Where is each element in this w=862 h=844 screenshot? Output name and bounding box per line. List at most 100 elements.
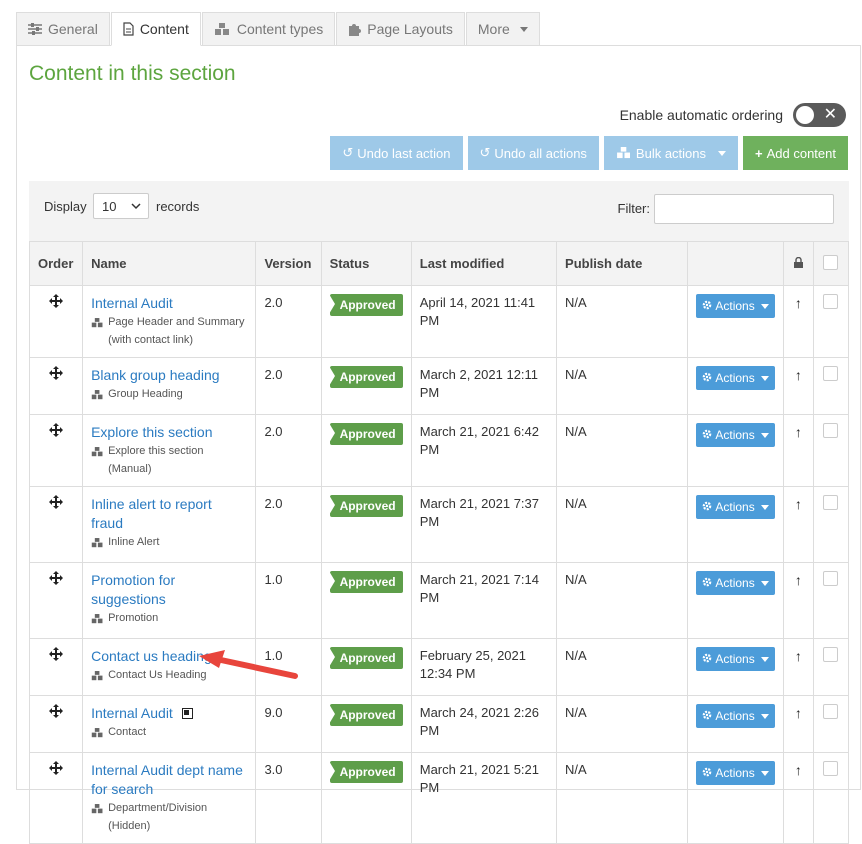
caret-down-icon bbox=[760, 375, 769, 381]
row-checkbox[interactable] bbox=[823, 366, 839, 381]
arrow-up-icon[interactable]: ↑ bbox=[795, 367, 802, 383]
auto-ordering-toggle[interactable]: ✕ bbox=[793, 103, 846, 127]
content-type-label: Contact Us Heading bbox=[108, 669, 207, 681]
add-content-button[interactable]: + Add content bbox=[743, 136, 848, 170]
content-name-link[interactable]: Promotion for suggestions bbox=[91, 572, 175, 607]
drag-handle[interactable] bbox=[28, 752, 84, 844]
actions-button[interactable]: Actions bbox=[696, 495, 775, 519]
drag-handle[interactable] bbox=[28, 357, 84, 415]
last-modified-cell: March 21, 2021 5:21 PM bbox=[410, 752, 558, 844]
drag-handle[interactable] bbox=[28, 695, 84, 753]
table-row: Blank group heading Group Heading 2.0 Appro… bbox=[28, 357, 850, 415]
name-cell: Internal Audit Page Header and Summary (w… bbox=[82, 285, 257, 358]
table-row: Inline alert to report fraud Inline Alert… bbox=[28, 486, 850, 563]
version-cell: 2.0 bbox=[255, 486, 322, 563]
status-cell: Approved bbox=[320, 357, 412, 415]
undo-icon: ↺ bbox=[479, 145, 491, 160]
status-cell: Approved bbox=[320, 752, 412, 844]
records-label: records bbox=[156, 199, 200, 214]
row-checkbox[interactable] bbox=[823, 704, 839, 719]
arrow-up-icon[interactable]: ↑ bbox=[795, 424, 802, 440]
table-row: Contact us heading Contact Us Heading 1.0 A… bbox=[28, 638, 850, 696]
content-type-label: Inline Alert bbox=[108, 536, 160, 548]
row-checkbox[interactable] bbox=[823, 761, 839, 776]
actions-button[interactable]: Actions bbox=[696, 704, 775, 728]
records-select[interactable]: 10 bbox=[93, 193, 149, 219]
filter-input[interactable] bbox=[654, 194, 834, 224]
chevron-down-icon bbox=[131, 203, 141, 210]
content-name-link[interactable]: Internal Audit dept name for search bbox=[91, 762, 243, 797]
gear-icon bbox=[702, 498, 712, 516]
row-checkbox[interactable] bbox=[823, 423, 839, 438]
actions-button[interactable]: Actions bbox=[696, 647, 775, 671]
content-name-link[interactable]: Explore this section bbox=[91, 424, 212, 440]
cubes-icon bbox=[214, 22, 229, 35]
content-name-link[interactable]: Blank group heading bbox=[91, 367, 219, 383]
close-icon: ✕ bbox=[823, 106, 837, 123]
status-cell: Approved bbox=[320, 414, 412, 487]
header-last-modified[interactable]: Last modified bbox=[410, 241, 558, 286]
header-publish-date[interactable]: Publish date bbox=[556, 241, 689, 286]
content-name-link[interactable]: Internal Audit bbox=[91, 705, 173, 721]
arrow-up-icon[interactable]: ↑ bbox=[795, 705, 802, 721]
header-status[interactable]: Status bbox=[320, 241, 412, 286]
toolbar: ↺ Undo last action ↺ Undo all actions Bu… bbox=[330, 136, 848, 170]
select-all-checkbox[interactable] bbox=[823, 254, 839, 270]
row-checkbox[interactable] bbox=[823, 647, 839, 662]
status-badge: Approved bbox=[328, 366, 403, 388]
tab-general[interactable]: General bbox=[16, 12, 110, 46]
undo-all-button[interactable]: ↺ Undo all actions bbox=[467, 136, 599, 170]
select-cell bbox=[812, 562, 850, 639]
select-cell bbox=[812, 414, 850, 487]
move-icon bbox=[49, 495, 64, 512]
row-checkbox[interactable] bbox=[823, 294, 839, 309]
gear-icon bbox=[702, 426, 712, 444]
undo-last-label: Undo last action bbox=[357, 145, 451, 161]
arrow-up-icon[interactable]: ↑ bbox=[795, 496, 802, 512]
drag-handle[interactable] bbox=[28, 285, 84, 358]
arrow-up-icon[interactable]: ↑ bbox=[795, 295, 802, 311]
row-checkbox[interactable] bbox=[823, 495, 839, 510]
drag-handle[interactable] bbox=[28, 414, 84, 487]
bulk-actions-button[interactable]: Bulk actions bbox=[603, 136, 739, 170]
arrow-up-icon[interactable]: ↑ bbox=[795, 762, 802, 778]
actions-cell: Actions bbox=[687, 285, 784, 358]
arrow-up-icon[interactable]: ↑ bbox=[795, 648, 802, 664]
status-badge: Approved bbox=[328, 647, 403, 669]
header-order[interactable]: Order bbox=[28, 241, 84, 286]
undo-last-button[interactable]: ↺ Undo last action bbox=[330, 136, 463, 170]
header-name[interactable]: Name bbox=[82, 241, 257, 286]
tab-more[interactable]: More bbox=[465, 12, 540, 46]
content-type: Explore this section (Manual) bbox=[91, 442, 247, 478]
actions-label: Actions bbox=[715, 709, 755, 723]
lock-icon bbox=[793, 256, 803, 268]
header-version[interactable]: Version bbox=[255, 241, 322, 286]
last-modified-cell: March 21, 2021 7:37 PM bbox=[410, 486, 558, 563]
content-name-link[interactable]: Inline alert to report fraud bbox=[91, 496, 212, 531]
actions-button[interactable]: Actions bbox=[696, 761, 775, 785]
tab-page-layouts[interactable]: Page Layouts bbox=[336, 12, 465, 46]
row-checkbox[interactable] bbox=[823, 571, 839, 586]
actions-cell: Actions bbox=[687, 562, 784, 639]
status-cell: Approved bbox=[320, 486, 412, 563]
linked-icon bbox=[182, 708, 194, 719]
tab-content[interactable]: Content bbox=[110, 12, 201, 46]
actions-button[interactable]: Actions bbox=[696, 294, 775, 318]
drag-handle[interactable] bbox=[28, 562, 84, 639]
gear-icon bbox=[702, 369, 712, 387]
move-up-cell: ↑ bbox=[782, 285, 814, 358]
tab-content-types[interactable]: Content types bbox=[201, 12, 336, 46]
move-up-cell: ↑ bbox=[782, 695, 814, 753]
drag-handle[interactable] bbox=[28, 486, 84, 563]
content-type-label: Explore this section (Manual) bbox=[108, 445, 204, 475]
header-lock bbox=[782, 241, 814, 286]
actions-button[interactable]: Actions bbox=[696, 571, 775, 595]
arrow-up-icon[interactable]: ↑ bbox=[795, 572, 802, 588]
content-name-link[interactable]: Contact us heading bbox=[91, 648, 212, 664]
publish-date-cell: N/A bbox=[556, 562, 689, 639]
content-name-link[interactable]: Internal Audit bbox=[91, 295, 173, 311]
actions-button[interactable]: Actions bbox=[696, 423, 775, 447]
status-badge: Approved bbox=[328, 704, 403, 726]
actions-button[interactable]: Actions bbox=[696, 366, 775, 390]
drag-handle[interactable] bbox=[28, 638, 84, 696]
